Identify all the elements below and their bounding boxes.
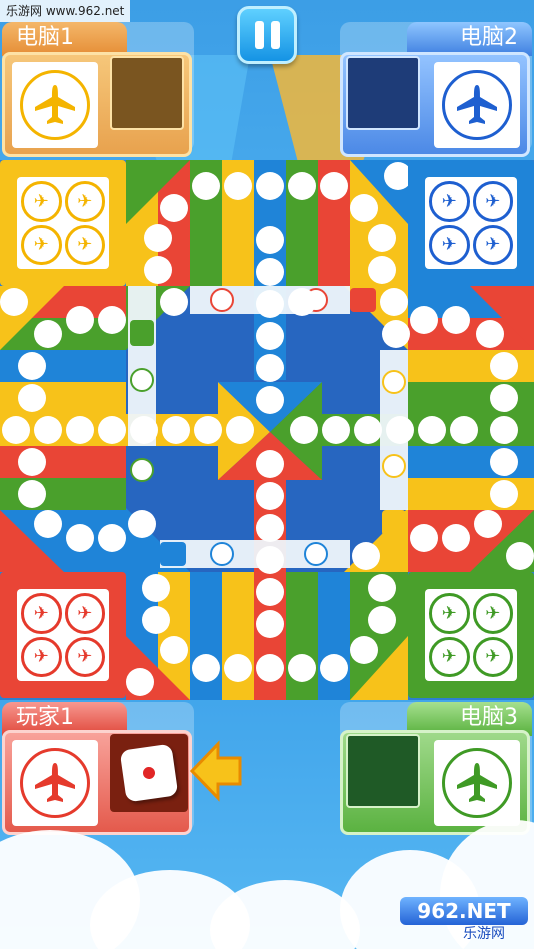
plane-icon[interactable]: ✈ — [64, 224, 105, 265]
plane-icon[interactable]: ✈ — [64, 181, 105, 222]
home-green: ✈ ✈ ✈ ✈ — [408, 572, 534, 698]
plane-icon[interactable]: ✈ — [21, 224, 62, 265]
plane-icon[interactable]: ✈ — [21, 636, 62, 677]
plane-icon[interactable]: ✈ — [64, 636, 105, 677]
dice-slot-player-1[interactable] — [110, 734, 188, 812]
plane-icon[interactable]: ✈ — [429, 593, 470, 634]
avatar-player-1 — [12, 740, 98, 826]
plane-icon[interactable]: ✈ — [64, 593, 105, 634]
panel-computer-3: 电脑3 — [340, 702, 532, 835]
plane-icon[interactable]: ✈ — [472, 224, 513, 265]
game-board: ✈ ✈ ✈ ✈ ✈ ✈ ✈ ✈ ✈ ✈ ✈ ✈ ✈ ✈ ✈ ✈ — [0, 160, 534, 700]
pause-icon — [254, 21, 280, 49]
dice-slot-computer-2 — [346, 56, 420, 130]
plane-icon[interactable]: ✈ — [429, 636, 470, 677]
panel-computer-2-name: 电脑2 — [407, 22, 532, 56]
plane-icon — [457, 763, 497, 802]
left-arrow-indicator — [190, 740, 242, 802]
plane-icon[interactable]: ✈ — [429, 224, 470, 265]
plane-icon — [35, 85, 75, 124]
plane-icon[interactable]: ✈ — [472, 593, 513, 634]
watermark-top: 乐游网 www.962.net — [0, 0, 131, 22]
watermark-bottom: 962.NET 乐游网 — [400, 897, 528, 943]
home-yellow: ✈ ✈ ✈ ✈ — [0, 160, 126, 286]
plane-icon[interactable]: ✈ — [21, 593, 62, 634]
plane-icon — [457, 85, 497, 124]
avatar-computer-1 — [12, 62, 98, 148]
pause-button[interactable] — [237, 6, 297, 64]
plane-icon[interactable]: ✈ — [21, 181, 62, 222]
panel-computer-1-name: 电脑1 — [2, 22, 127, 56]
plane-icon[interactable]: ✈ — [472, 181, 513, 222]
dice-icon[interactable] — [119, 743, 179, 803]
panel-computer-2: 电脑2 — [340, 22, 532, 157]
avatar-computer-3 — [434, 740, 520, 826]
plane-icon[interactable]: ✈ — [472, 636, 513, 677]
dice-slot-computer-3 — [346, 734, 420, 808]
plane-icon[interactable]: ✈ — [429, 181, 470, 222]
dice-slot-computer-1 — [110, 56, 184, 130]
panel-computer-1: 电脑1 — [2, 22, 194, 157]
home-blue: ✈ ✈ ✈ ✈ — [408, 160, 534, 286]
home-red: ✈ ✈ ✈ ✈ — [0, 572, 126, 698]
avatar-computer-2 — [434, 62, 520, 148]
plane-icon — [35, 763, 75, 802]
